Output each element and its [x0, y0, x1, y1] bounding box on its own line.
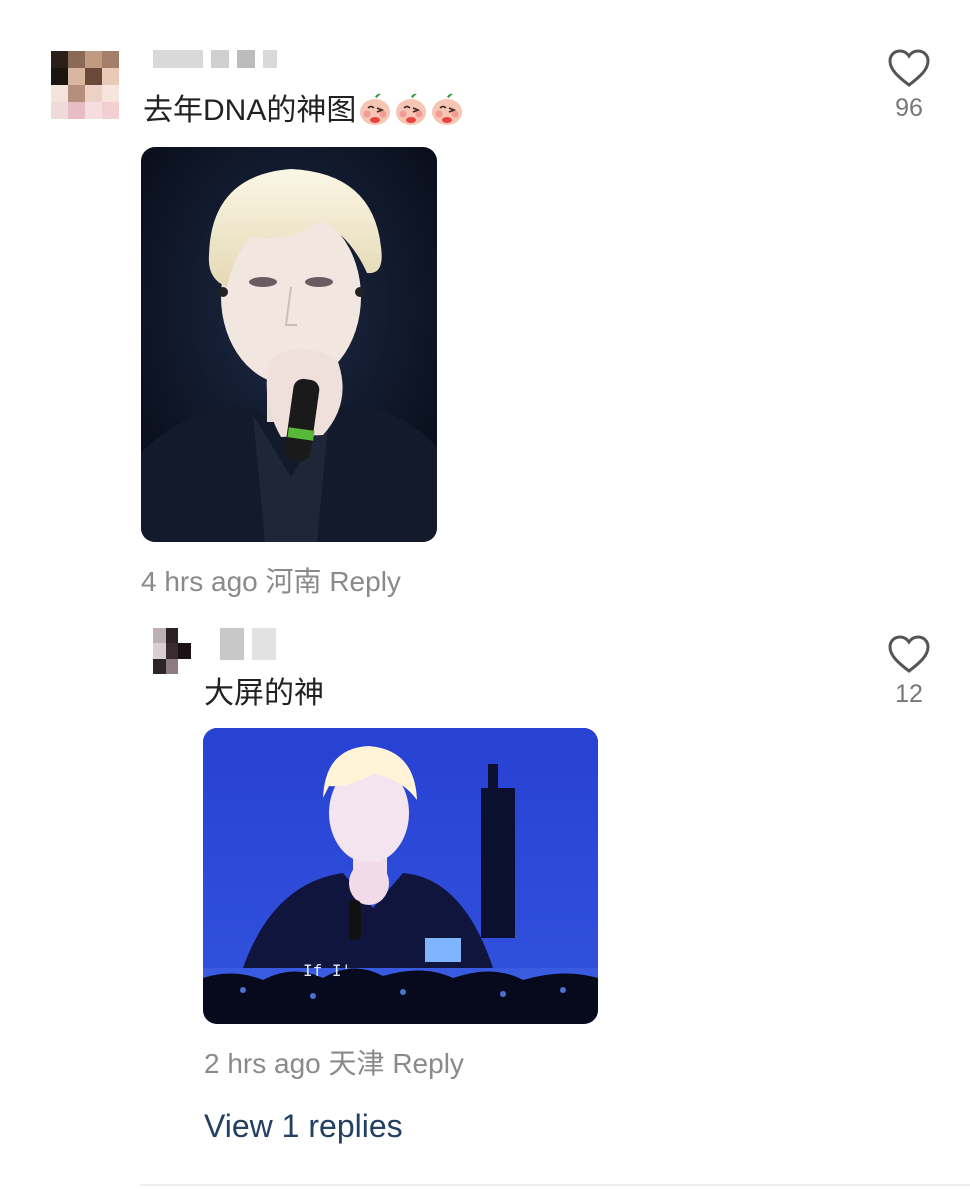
username-blurred[interactable]: [220, 628, 276, 660]
comment-photo[interactable]: [141, 147, 437, 542]
comment-meta: 2 hrs ago 天津 Reply: [204, 1042, 464, 1082]
like-count: 12: [895, 680, 923, 708]
heart-outline-icon[interactable]: [887, 48, 931, 88]
comment-meta: 4 hrs ago 河南 Reply: [141, 560, 401, 600]
comment-text: 大屏的神: [204, 676, 324, 712]
username-blurred[interactable]: [153, 50, 277, 68]
timestamp: 4 hrs ago: [141, 566, 258, 597]
like-control[interactable]: 12: [879, 634, 939, 709]
avatar[interactable]: [153, 628, 203, 674]
timestamp: 2 hrs ago: [204, 1048, 321, 1079]
blush-tomato-icon: [432, 93, 463, 125]
location: 天津: [328, 1048, 385, 1079]
screen-caption: If I': [303, 961, 351, 980]
location: 河南: [265, 566, 322, 597]
avatar[interactable]: [51, 51, 119, 119]
view-replies-link[interactable]: View 1 replies: [204, 1108, 403, 1145]
blush-tomato-icon: [360, 93, 391, 125]
emoji-group: [356, 93, 464, 127]
stage-screen-photo-image: If I': [203, 728, 598, 1024]
reply-button[interactable]: Reply: [329, 566, 401, 597]
comment-body: 去年DNA的神图: [143, 94, 357, 127]
comment-photo[interactable]: If I': [203, 728, 598, 1024]
comment-body: 大屏的神: [204, 677, 324, 710]
comment-text: 去年DNA的神图: [143, 92, 464, 129]
divider: [140, 1184, 970, 1186]
like-control[interactable]: 96: [879, 48, 939, 123]
blush-tomato-icon: [396, 93, 427, 125]
reply-button[interactable]: Reply: [392, 1048, 464, 1079]
heart-outline-icon[interactable]: [887, 634, 931, 674]
like-count: 96: [895, 94, 923, 122]
concert-photo-image: [141, 147, 437, 542]
